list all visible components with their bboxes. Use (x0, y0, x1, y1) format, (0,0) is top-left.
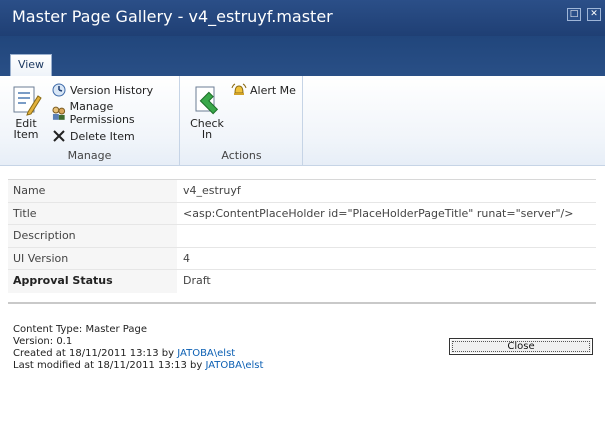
modified-text: Last modified at 18/11/2011 13:13 by (13, 360, 206, 371)
actions-group-label: Actions (221, 149, 262, 162)
version-history-icon (52, 83, 66, 97)
field-value: 4 (183, 251, 190, 265)
table-row: Description (8, 225, 596, 248)
created-text: Created at 18/11/2011 13:13 by (13, 348, 178, 359)
table-row: Name v4_estruyf (8, 180, 596, 203)
check-in-icon (195, 86, 219, 115)
dialog-title-bar: Master Page Gallery - v4_estruyf.master … (0, 0, 605, 36)
field-label: Approval Status (8, 270, 177, 293)
ribbon-tab-strip: View (0, 36, 605, 76)
field-label: Description (8, 225, 177, 247)
item-metadata-footer: Content Type: Master Page Version: 0.1 C… (13, 324, 263, 372)
alert-me-button[interactable]: Alert Me (231, 81, 296, 99)
alert-bell-icon (231, 83, 247, 95)
modified-by-link[interactable]: JATOBA\elst (205, 360, 263, 371)
content-type-text: Content Type: Master Page (13, 324, 148, 335)
delete-item-button[interactable]: Delete Item (51, 127, 135, 145)
dialog-title: Master Page Gallery - v4_estruyf.master (12, 7, 333, 26)
edit-item-label-2: Item (13, 128, 39, 141)
created-line: Created at 18/11/2011 13:13 by JATOBA\el… (13, 348, 263, 360)
delete-x-icon (53, 130, 65, 142)
alert-me-label: Alert Me (250, 83, 296, 97)
created-by-link[interactable]: JATOBA\elst (177, 348, 235, 359)
version-history-label: Version History (70, 83, 154, 97)
ribbon-group-actions: Check In Alert Me Actions (181, 76, 303, 166)
maximize-button[interactable]: □ (567, 8, 581, 21)
field-label: UI Version (8, 247, 177, 270)
permissions-icon (52, 106, 66, 120)
item-details-table: Name v4_estruyf Title <asp:ContentPlaceH… (8, 179, 596, 304)
table-row: Title <asp:ContentPlaceHolder id="PlaceH… (8, 202, 596, 226)
tab-view[interactable]: View (10, 54, 52, 76)
ribbon: Edit Item Version History Manage Permiss… (0, 76, 605, 166)
field-value: <asp:ContentPlaceHolder id="PlaceHolderP… (183, 206, 574, 220)
ribbon-group-manage: Edit Item Version History Manage Permiss… (0, 76, 180, 166)
close-window-button[interactable]: ✕ (587, 8, 601, 21)
name-link[interactable]: v4_estruyf (177, 180, 596, 202)
manage-permissions-label: Manage Permissions (69, 100, 135, 126)
field-value: Draft (183, 274, 211, 288)
version-text: Version: 0.1 (13, 336, 73, 347)
field-value (177, 225, 596, 247)
check-in-button[interactable]: Check In (187, 84, 227, 140)
edit-item-button[interactable]: Edit Item (6, 84, 46, 140)
version-history-button[interactable]: Version History (51, 81, 153, 99)
table-row: Approval Status Draft (8, 270, 596, 293)
table-row: UI Version 4 (8, 247, 596, 271)
field-label: Title (8, 202, 177, 225)
manage-permissions-button[interactable]: Manage Permissions (51, 100, 179, 126)
close-button[interactable]: Close (449, 338, 593, 355)
delete-item-label: Delete Item (70, 129, 135, 143)
manage-group-label: Manage (67, 149, 112, 162)
check-in-label-2: In (201, 128, 213, 141)
edit-item-icon (13, 86, 42, 116)
modified-line: Last modified at 18/11/2011 13:13 by JAT… (13, 360, 263, 372)
field-label: Name (8, 180, 177, 202)
